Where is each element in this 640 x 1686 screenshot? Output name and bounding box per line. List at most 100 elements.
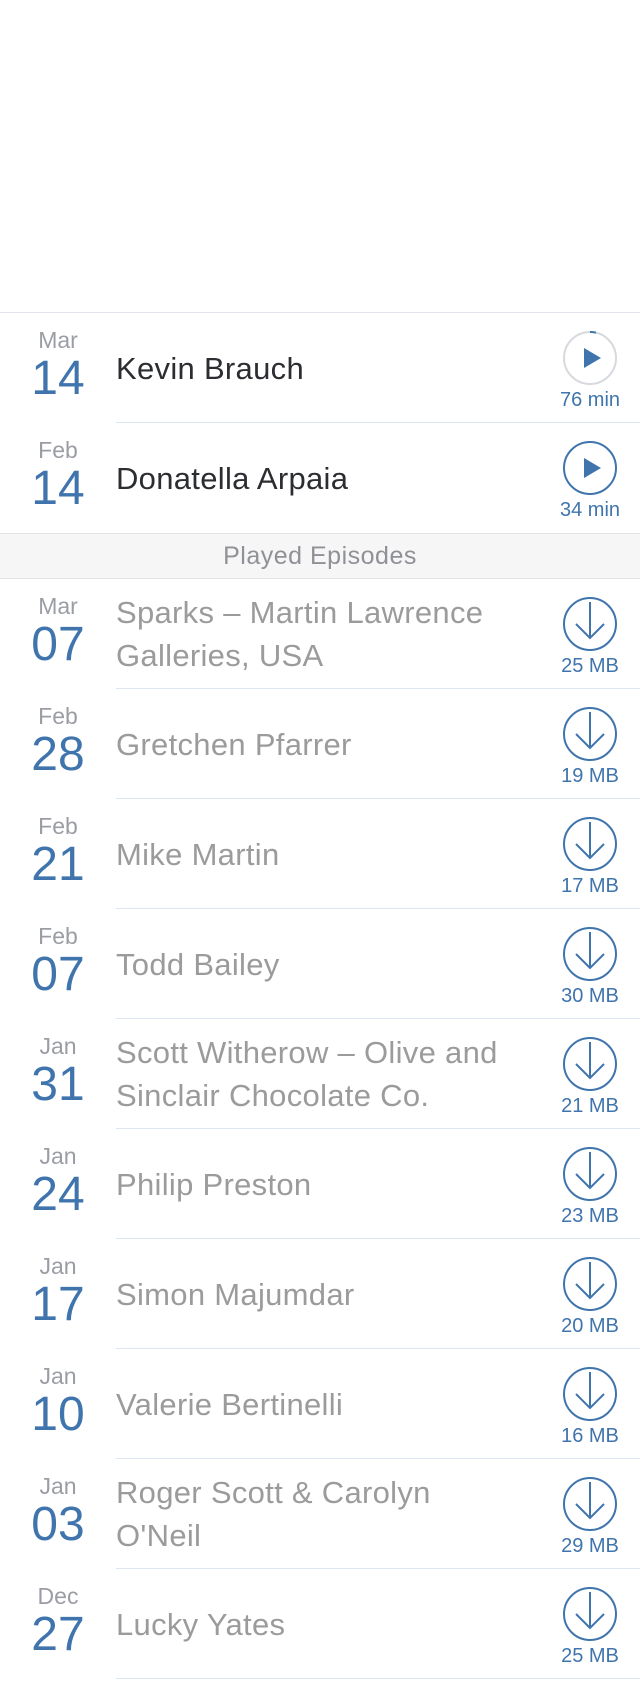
download-icon bbox=[563, 1147, 617, 1201]
download-icon bbox=[563, 597, 617, 651]
download-button[interactable]: 16 MB bbox=[540, 1349, 640, 1459]
episode-title: Sparks – Martin Lawrence Galleries, USA bbox=[116, 595, 484, 673]
episode-date: Jan 24 bbox=[0, 1129, 116, 1239]
episode-row[interactable]: Mar 07 Sparks – Martin Lawrence Galleries,… bbox=[0, 579, 640, 689]
play-icon bbox=[563, 441, 617, 495]
episode-row[interactable]: Jan 17 Simon Majumdar 20 MB bbox=[0, 1239, 640, 1349]
played-episode-list: Mar 07 Sparks – Martin Lawrence Galleries,… bbox=[0, 579, 640, 1679]
play-icon bbox=[563, 330, 617, 385]
episode-month: Jan bbox=[39, 1473, 77, 1499]
download-button[interactable]: 19 MB bbox=[540, 689, 640, 799]
download-icon bbox=[563, 1477, 617, 1531]
episode-title: Mike Martin bbox=[116, 836, 280, 872]
episode-day: 24 bbox=[31, 1168, 85, 1221]
episode-title: Donatella Arpaia bbox=[116, 460, 349, 496]
episode-month: Jan bbox=[39, 1363, 77, 1389]
episode-size: 25 MB bbox=[561, 655, 619, 677]
blank-header-area bbox=[0, 0, 640, 313]
episode-size: 17 MB bbox=[561, 875, 619, 897]
episode-date: Jan 03 bbox=[0, 1459, 116, 1569]
episode-date: Feb 21 bbox=[0, 799, 116, 909]
episode-size: 16 MB bbox=[561, 1425, 619, 1447]
episode-date: Feb 07 bbox=[0, 909, 116, 1019]
episode-title: Philip Preston bbox=[116, 1166, 312, 1202]
download-button[interactable]: 25 MB bbox=[540, 1569, 640, 1679]
download-button[interactable]: 29 MB bbox=[540, 1459, 640, 1569]
episode-row[interactable]: Jan 24 Philip Preston 23 MB bbox=[0, 1129, 640, 1239]
row-separator bbox=[116, 1678, 640, 1679]
episode-row[interactable]: Feb 07 Todd Bailey 30 MB bbox=[0, 909, 640, 1019]
episode-day: 07 bbox=[31, 618, 85, 671]
episode-day: 31 bbox=[31, 1058, 85, 1111]
download-icon bbox=[563, 927, 617, 981]
episode-month: Feb bbox=[38, 813, 78, 839]
episode-row[interactable]: Jan 31 Scott Witherow – Olive and Sinclair… bbox=[0, 1019, 640, 1129]
episode-row[interactable]: Feb 14 Donatella Arpaia 34 min bbox=[0, 423, 640, 533]
episode-month: Dec bbox=[37, 1583, 79, 1609]
download-button[interactable]: 20 MB bbox=[540, 1239, 640, 1349]
episode-row[interactable]: Feb 28 Gretchen Pfarrer 19 MB bbox=[0, 689, 640, 799]
episode-day: 03 bbox=[31, 1498, 85, 1551]
episode-month: Feb bbox=[38, 703, 78, 729]
episode-title: Valerie Bertinelli bbox=[116, 1386, 344, 1422]
episode-month: Jan bbox=[39, 1143, 77, 1169]
episode-title: Lucky Yates bbox=[116, 1606, 286, 1642]
download-icon bbox=[563, 707, 617, 761]
episode-month: Mar bbox=[38, 327, 78, 353]
episode-date: Jan 10 bbox=[0, 1349, 116, 1459]
play-button[interactable]: 34 min bbox=[540, 423, 640, 533]
download-icon bbox=[563, 1037, 617, 1091]
episode-size: 25 MB bbox=[561, 1645, 619, 1667]
episode-month: Feb bbox=[38, 923, 78, 949]
episode-size: 23 MB bbox=[561, 1205, 619, 1227]
download-icon bbox=[563, 1257, 617, 1311]
episode-month: Jan bbox=[39, 1033, 77, 1059]
episode-duration: 76 min bbox=[559, 389, 621, 411]
episode-title: Scott Witherow – Olive and Sinclair Choc… bbox=[116, 1035, 498, 1113]
episode-size: 19 MB bbox=[561, 765, 619, 787]
episode-row[interactable]: Jan 10 Valerie Bertinelli 16 MB bbox=[0, 1349, 640, 1459]
download-button[interactable]: 17 MB bbox=[540, 799, 640, 909]
episode-title: Kevin Brauch bbox=[116, 350, 304, 386]
unplayed-episode-list: Mar 14 Kevin Brauch 76 min Feb 14 Donate… bbox=[0, 313, 640, 533]
episode-row[interactable]: Jan 03 Roger Scott & Carolyn O'Neil 29 MB bbox=[0, 1459, 640, 1569]
episode-date: Mar 07 bbox=[0, 579, 116, 689]
episode-size: 29 MB bbox=[561, 1535, 619, 1557]
download-button[interactable]: 21 MB bbox=[540, 1019, 640, 1129]
episode-size: 30 MB bbox=[561, 985, 619, 1007]
episode-title: Simon Majumdar bbox=[116, 1276, 355, 1312]
episode-day: 21 bbox=[31, 838, 85, 891]
download-button[interactable]: 25 MB bbox=[540, 579, 640, 689]
episode-date: Feb 14 bbox=[0, 423, 116, 533]
download-button[interactable]: 23 MB bbox=[540, 1129, 640, 1239]
episode-row[interactable]: Dec 27 Lucky Yates 25 MB bbox=[0, 1569, 640, 1679]
episode-row[interactable]: Mar 14 Kevin Brauch 76 min bbox=[0, 313, 640, 423]
episode-date: Mar 14 bbox=[0, 313, 116, 423]
episode-month: Mar bbox=[38, 593, 78, 619]
episode-day: 14 bbox=[31, 462, 85, 515]
episode-row[interactable]: Feb 21 Mike Martin 17 MB bbox=[0, 799, 640, 909]
episode-month: Jan bbox=[39, 1253, 77, 1279]
episode-size: 21 MB bbox=[561, 1095, 619, 1117]
download-icon bbox=[563, 1587, 617, 1641]
episode-month: Feb bbox=[38, 437, 78, 463]
download-button[interactable]: 30 MB bbox=[540, 909, 640, 1019]
episode-date: Jan 31 bbox=[0, 1019, 116, 1129]
episode-day: 10 bbox=[31, 1388, 85, 1441]
episode-day: 17 bbox=[31, 1278, 85, 1331]
play-button[interactable]: 76 min bbox=[540, 313, 640, 423]
episode-title: Todd Bailey bbox=[116, 946, 280, 982]
episode-title: Gretchen Pfarrer bbox=[116, 726, 352, 762]
section-header-played-episodes: Played Episodes bbox=[0, 533, 640, 579]
episode-day: 28 bbox=[31, 728, 85, 781]
episode-date: Dec 27 bbox=[0, 1569, 116, 1679]
download-icon bbox=[563, 1367, 617, 1421]
episode-title: Roger Scott & Carolyn O'Neil bbox=[116, 1475, 431, 1553]
episode-day: 07 bbox=[31, 948, 85, 1001]
episode-day: 14 bbox=[31, 352, 85, 405]
episode-day: 27 bbox=[31, 1608, 85, 1661]
episode-duration: 34 min bbox=[559, 499, 621, 521]
episode-date: Jan 17 bbox=[0, 1239, 116, 1349]
episode-date: Feb 28 bbox=[0, 689, 116, 799]
download-icon bbox=[563, 817, 617, 871]
